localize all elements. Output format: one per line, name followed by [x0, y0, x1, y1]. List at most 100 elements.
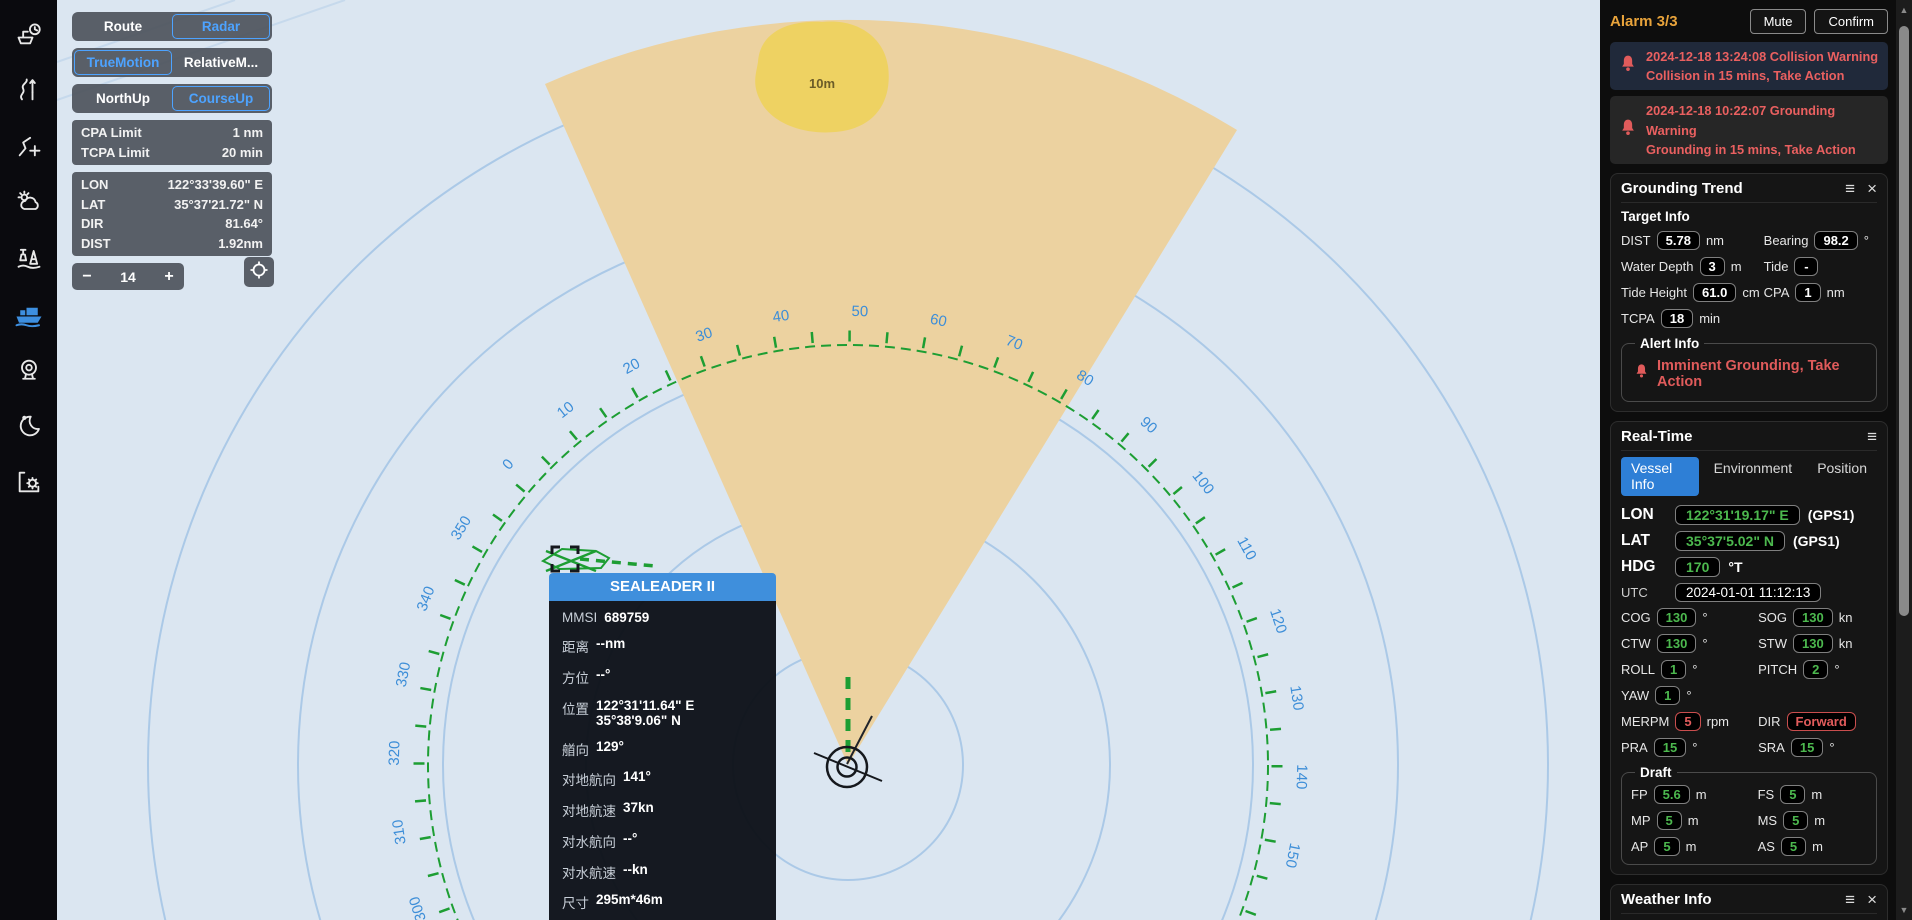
alarm-message: 2024-12-18 10:22:07 Grounding WarningGro… — [1646, 101, 1880, 159]
draft-field: FP 5.6 m — [1631, 785, 1754, 804]
readout-value: 170 — [1675, 557, 1720, 577]
sidebar-item-camera[interactable] — [9, 344, 49, 400]
true-motion-button[interactable]: TrueMotion — [74, 50, 172, 75]
vessel-field-label: 艏向 — [562, 739, 589, 759]
readout-label: HDG — [1621, 558, 1667, 576]
real-time-tabs: Vessel InfoEnvironmentPosition — [1621, 457, 1877, 496]
zoom-out-button[interactable]: − — [72, 264, 102, 289]
close-icon[interactable]: × — [1867, 891, 1877, 908]
mute-button[interactable]: Mute — [1750, 9, 1807, 34]
crosshair-icon — [249, 260, 269, 285]
course-up-button[interactable]: CourseUp — [172, 86, 270, 111]
draft-field: FS 5 m — [1758, 785, 1867, 804]
field-unit: ° — [1702, 610, 1707, 625]
zoom-level-value: 14 — [102, 269, 154, 285]
tcpa-limit-label: TCPA Limit — [81, 143, 150, 163]
grounding-trend-header: Grounding Trend ≡ × — [1621, 180, 1877, 203]
confirm-button[interactable]: Confirm — [1814, 9, 1888, 34]
map-toolbar: Route Radar TrueMotion RelativeM... Nort… — [72, 12, 272, 290]
sidebar-item-vessels[interactable] — [9, 288, 49, 344]
menu-icon[interactable]: ≡ — [1845, 180, 1855, 197]
menu-icon[interactable]: ≡ — [1845, 891, 1855, 908]
alarm-item[interactable]: 2024-12-18 10:22:07 Grounding WarningGro… — [1610, 96, 1888, 164]
weather-cloud-icon — [15, 188, 43, 221]
alarm-message: 2024-12-18 13:24:08 Collision WarningCol… — [1646, 47, 1878, 85]
center-on-ship-button[interactable] — [244, 257, 274, 287]
telemetry-field: YAW 1 ° — [1621, 686, 1877, 705]
north-up-button[interactable]: NorthUp — [74, 86, 172, 111]
sidebar-item-night-mode[interactable] — [9, 400, 49, 456]
real-time-tab[interactable]: Position — [1807, 457, 1877, 496]
sidebar-item-route-plan[interactable] — [9, 120, 49, 176]
vessel-field-label: 尺寸 — [562, 892, 589, 912]
field-label: DIST — [1621, 233, 1651, 248]
field-unit: m — [1696, 787, 1707, 802]
telemetry-field: PITCH 2 ° — [1758, 660, 1877, 679]
field-label: MERPM — [1621, 714, 1669, 729]
draft-legend: Draft — [1635, 765, 1677, 780]
field-value: 130 — [1657, 608, 1697, 627]
field-value: 15 — [1654, 738, 1686, 757]
lat-label: LAT — [81, 195, 105, 215]
dist-value: 1.92nm — [218, 234, 263, 254]
sidebar-item-map-settings[interactable] — [9, 456, 49, 512]
field-unit: m — [1814, 813, 1825, 828]
zoom-in-button[interactable]: + — [154, 264, 184, 289]
vessel-field-value: 122°31'11.64" E 35°38'9.06" N — [596, 698, 763, 728]
field-label: COG — [1621, 610, 1651, 625]
field-label: AP — [1631, 839, 1648, 854]
field-value: 5.6 — [1654, 785, 1690, 804]
radar-mode-button[interactable]: Radar — [172, 14, 270, 39]
alarm-item[interactable]: 2024-12-18 13:24:08 Collision WarningCol… — [1610, 42, 1888, 90]
vessel-info-popup: SEALEADER II MMSI 689759 距离 --nm 方位 --° — [549, 573, 776, 920]
sidebar-item-weather[interactable] — [9, 176, 49, 232]
readout-label: LAT — [1621, 532, 1667, 550]
vessel-field-value: 129° — [596, 739, 624, 759]
primary-readouts: LON 122°31'19.17" E (GPS1) LAT 35°37'5.0… — [1621, 505, 1877, 602]
weather-info-panel: Weather Info ≡ × Overlay Display Wind Fi… — [1610, 884, 1888, 920]
field-unit: nm — [1706, 233, 1724, 248]
field-value: 130 — [1793, 608, 1833, 627]
real-time-tab[interactable]: Vessel Info — [1621, 457, 1699, 496]
route-add-icon — [15, 132, 43, 165]
target-info-field: Water Depth 3 m — [1621, 257, 1760, 276]
field-value: 61.0 — [1693, 283, 1736, 302]
vessel-field-value: 295m*46m — [596, 892, 663, 912]
scroll-up-arrow[interactable]: ▲ — [1896, 5, 1912, 15]
menu-icon[interactable]: ≡ — [1867, 428, 1877, 445]
weather-info-header: Weather Info ≡ × — [1621, 891, 1877, 914]
readout-label: UTC — [1621, 585, 1667, 600]
panel-scrollbar[interactable]: ▲ ▼ — [1896, 0, 1912, 920]
field-unit: m — [1731, 259, 1742, 274]
zoom-control: − 14 + — [72, 263, 184, 290]
cpa-limit-label: CPA Limit — [81, 123, 142, 143]
camera-icon — [15, 356, 43, 389]
field-value: 5 — [1781, 837, 1806, 856]
vessel-field-value: --° — [596, 667, 610, 687]
relative-motion-button[interactable]: RelativeM... — [172, 50, 270, 75]
lon-value: 122°33'39.60" E — [168, 175, 263, 195]
draft-fieldset: Draft FP 5.6 m FS 5 m — [1621, 765, 1877, 865]
vessel-field-value: --° — [623, 831, 637, 851]
field-value: 1 — [1795, 283, 1820, 302]
app-window: 0102030405060708090100110120130140150300… — [0, 0, 1912, 920]
scroll-down-arrow[interactable]: ▼ — [1896, 905, 1912, 915]
vessel-popup-row: 艏向 129° — [549, 733, 776, 764]
sidebar-item-track[interactable] — [9, 64, 49, 120]
route-mode-button[interactable]: Route — [74, 14, 172, 39]
lon-label: LON — [81, 175, 108, 195]
sidebar-item-voyage[interactable] — [9, 8, 49, 64]
real-time-tab[interactable]: Environment — [1704, 457, 1803, 496]
scrollbar-thumb[interactable] — [1899, 26, 1909, 616]
vessel-field-label: 方位 — [562, 667, 589, 687]
close-icon[interactable]: × — [1867, 180, 1877, 197]
field-value: 18 — [1661, 309, 1693, 328]
field-unit: min — [1699, 311, 1720, 326]
sidebar-item-navaids[interactable] — [9, 232, 49, 288]
vessel-field-value: 141° — [623, 769, 651, 789]
real-time-panel: Real-Time ≡ Vessel InfoEnvironmentPositi… — [1610, 421, 1888, 875]
telemetry-field: SOG 130 kn — [1758, 608, 1877, 627]
field-unit: ° — [1692, 662, 1697, 677]
vessel-field-label: MMSI — [562, 610, 597, 625]
field-label: CPA — [1764, 285, 1790, 300]
